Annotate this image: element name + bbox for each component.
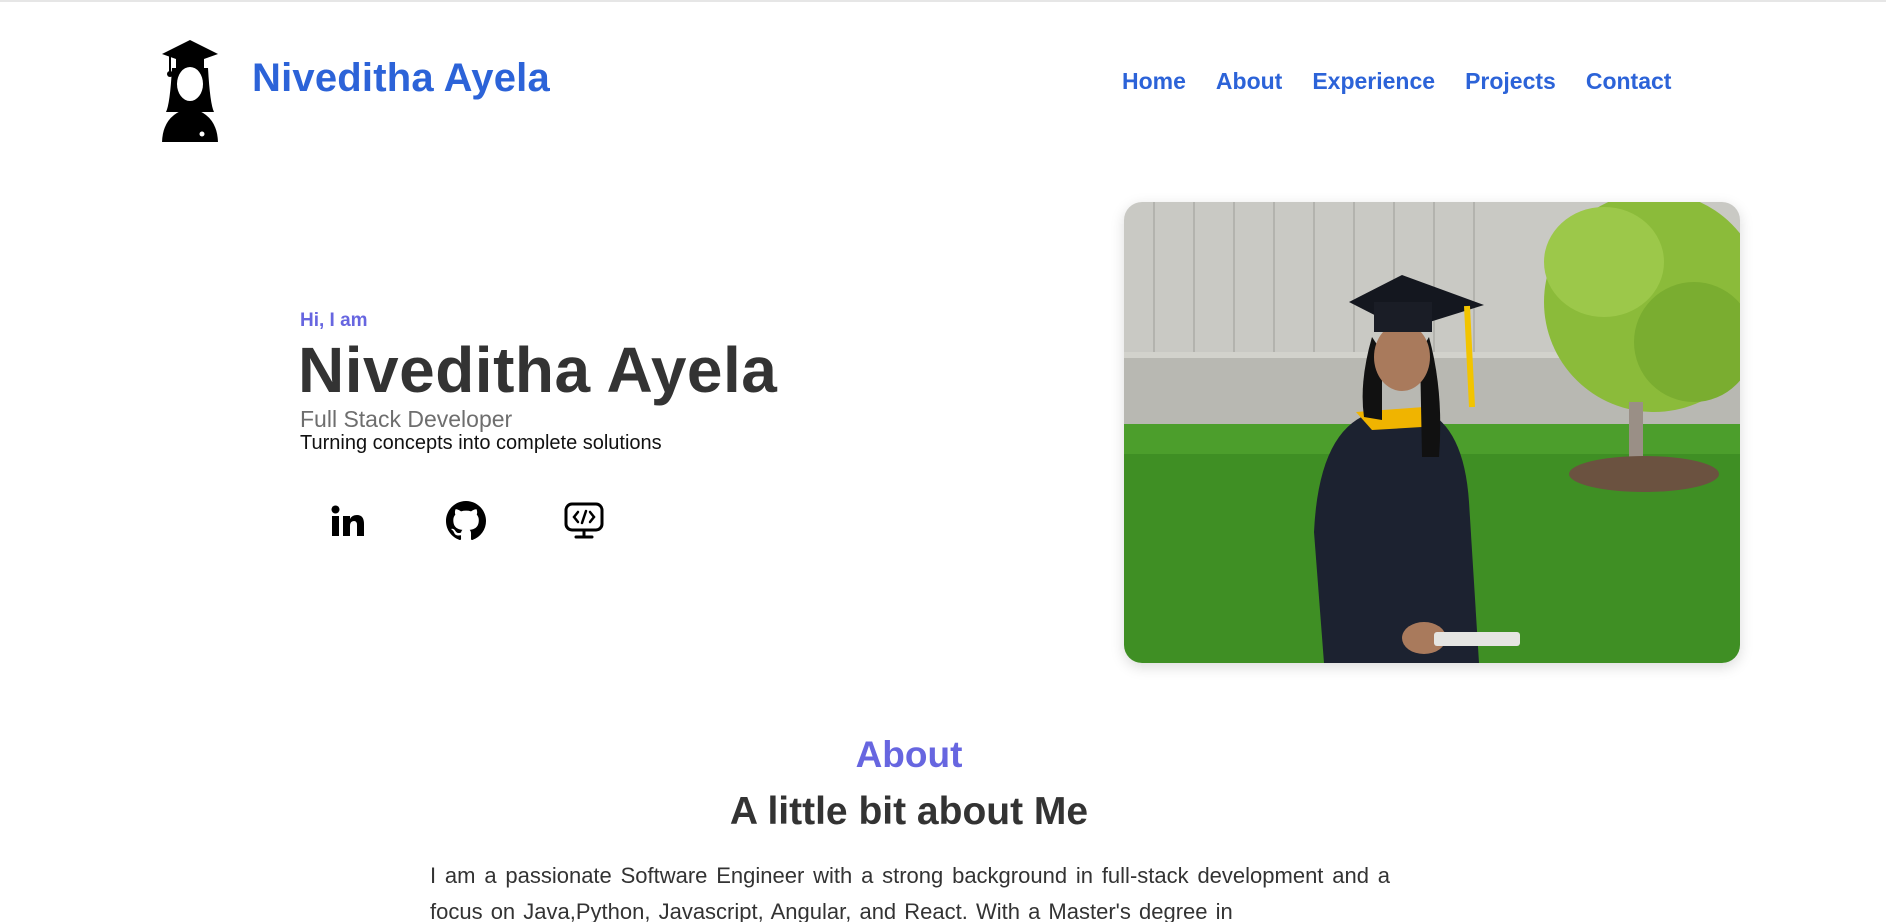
graduation-photo — [1124, 202, 1740, 663]
nav-contact[interactable]: Contact — [1586, 68, 1672, 95]
nav-about[interactable]: About — [1216, 68, 1282, 95]
hero-name: Niveditha Ayela — [298, 334, 778, 406]
nav-projects[interactable]: Projects — [1465, 68, 1556, 95]
hero-greeting: Hi, I am — [300, 310, 368, 331]
nav-home[interactable]: Home — [1122, 68, 1186, 95]
graduate-avatar-icon[interactable] — [140, 24, 240, 144]
about-paragraph: I am a passionate Software Engineer with… — [430, 863, 1390, 922]
brand-name[interactable]: Niveditha Ayela — [252, 56, 550, 101]
hero-role: Full Stack Developer — [300, 406, 513, 432]
site-header: Niveditha Ayela Home About Experience Pr… — [0, 0, 1886, 170]
main-nav: Home About Experience Projects Contact — [1122, 68, 1701, 95]
code-monitor-icon[interactable] — [554, 496, 614, 546]
github-icon[interactable] — [436, 496, 496, 546]
hero-tagline: Turning concepts into complete solutions — [300, 432, 662, 454]
social-links — [318, 496, 672, 546]
linkedin-icon[interactable] — [318, 496, 378, 546]
about-section-title: A little bit about Me — [729, 790, 1089, 833]
about-section-label: About — [855, 734, 963, 775]
nav-experience[interactable]: Experience — [1312, 68, 1435, 95]
